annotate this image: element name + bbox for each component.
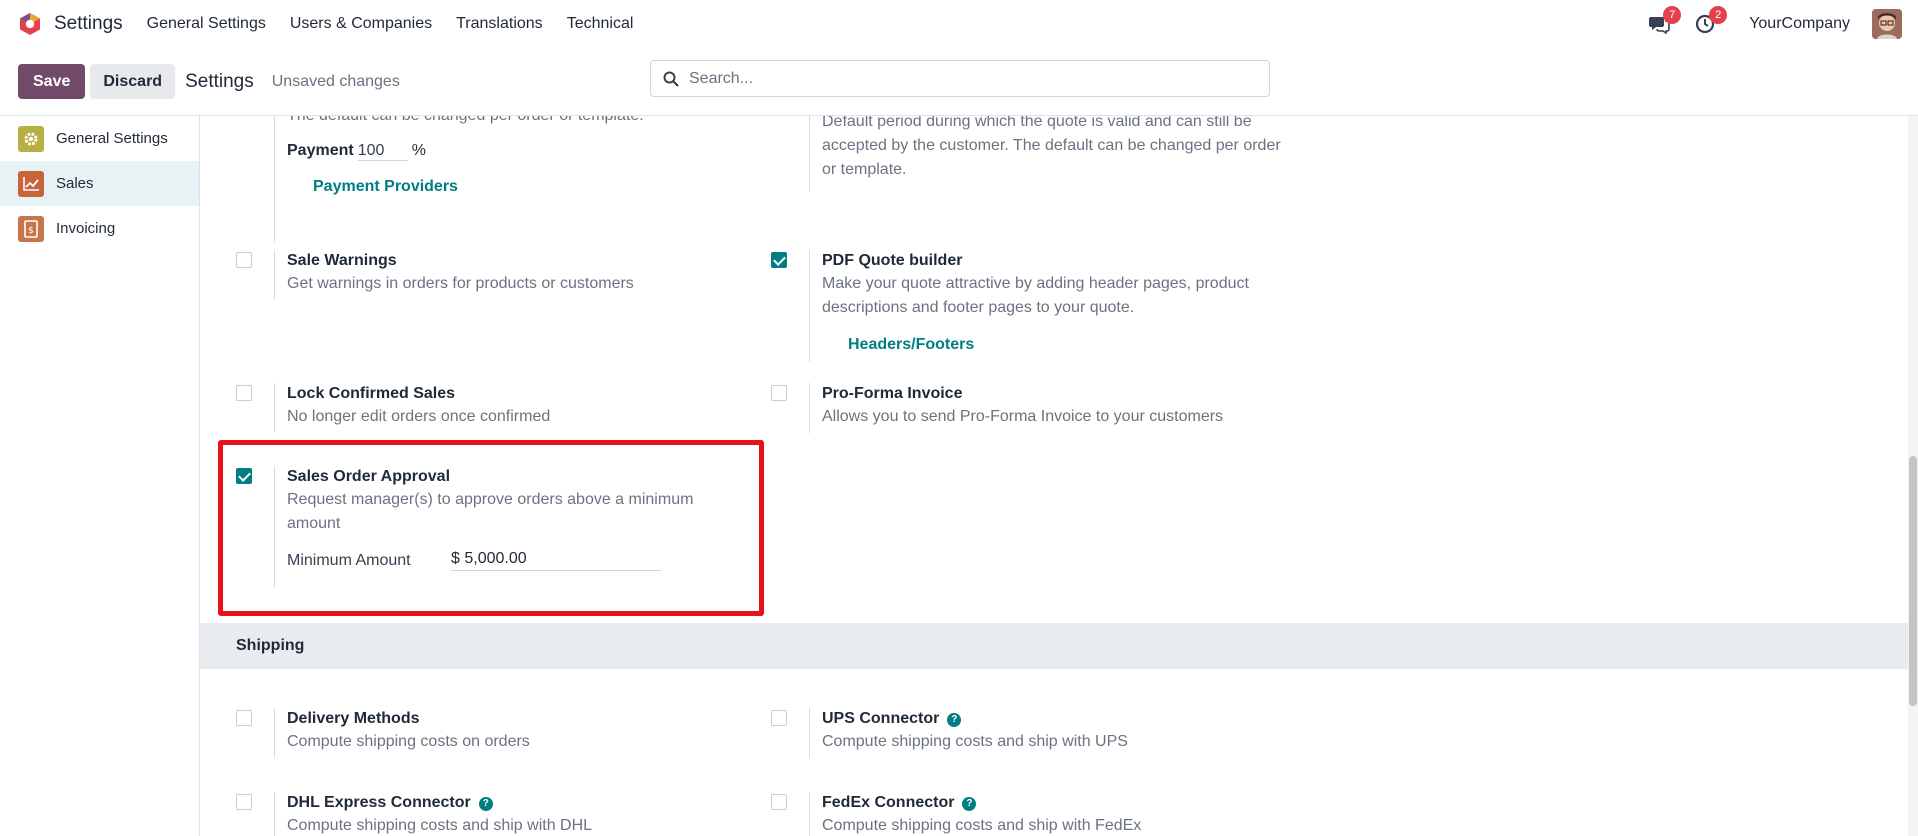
svg-text:$: $ bbox=[28, 226, 34, 236]
setting-desc: Compute shipping costs and ship with DHL bbox=[287, 817, 593, 834]
setting-desc: Default period during which the quote is… bbox=[822, 116, 1281, 178]
payment-unit: % bbox=[411, 142, 426, 159]
gear-icon bbox=[18, 125, 44, 152]
setting-desc: Compute shipping costs and ship with UPS bbox=[822, 733, 1128, 750]
user-avatar[interactable] bbox=[1872, 9, 1902, 39]
setting-title: Pro-Forma Invoice bbox=[822, 385, 963, 402]
setting-desc: Request manager(s) to approve orders abo… bbox=[287, 491, 694, 532]
messages-button[interactable]: 7 bbox=[1647, 6, 1682, 36]
sidebar-item-label: General Settings bbox=[56, 130, 168, 147]
setting-desc: Get warnings in orders for products or c… bbox=[287, 275, 634, 292]
setting-body: Default period during which the quote is… bbox=[809, 116, 1289, 192]
sale-warnings-checkbox[interactable] bbox=[236, 252, 252, 268]
app-name[interactable]: Settings bbox=[54, 13, 123, 35]
setting-body: PDF Quote builder Make your quote attrac… bbox=[809, 250, 1289, 362]
unsaved-status: Unsaved changes bbox=[271, 72, 400, 90]
search-input[interactable] bbox=[689, 69, 1249, 88]
fedex-connector-checkbox[interactable] bbox=[771, 794, 787, 810]
menu-translations[interactable]: Translations bbox=[456, 15, 543, 33]
setting-title: DHL Express Connector bbox=[287, 794, 471, 811]
messages-badge: 7 bbox=[1663, 6, 1682, 24]
sidebar-item-label: Sales bbox=[56, 175, 94, 192]
setting-title-row: DHL Express Connector? bbox=[287, 792, 794, 814]
payment-percent-input[interactable]: 100 bbox=[357, 142, 408, 161]
setting-title: Sales Order Approval bbox=[287, 468, 451, 485]
help-icon[interactable]: ? bbox=[947, 713, 962, 727]
breadcrumb: Settings bbox=[185, 70, 254, 92]
chart-icon bbox=[18, 170, 44, 197]
settings-content: The default can be changed per order or … bbox=[200, 116, 1908, 836]
nav-menu: General Settings Users & Companies Trans… bbox=[147, 15, 634, 33]
menu-general-settings[interactable]: General Settings bbox=[147, 15, 266, 33]
setting-body: Lock Confirmed Sales No longer edit orde… bbox=[274, 383, 794, 433]
scrollbar-thumb[interactable] bbox=[1909, 456, 1917, 706]
pdf-quote-checkbox[interactable] bbox=[771, 252, 787, 268]
setting-title-row: UPS Connector? bbox=[822, 708, 1289, 730]
sidebar-item-invoicing[interactable]: $ Invoicing bbox=[0, 206, 199, 251]
setting-desc: Make your quote attractive by adding hea… bbox=[822, 275, 1249, 316]
delivery-methods-checkbox[interactable] bbox=[236, 710, 252, 726]
payment-label: Payment bbox=[287, 142, 354, 159]
setting-body: UPS Connector? Compute shipping costs an… bbox=[809, 708, 1289, 758]
pro-forma-checkbox[interactable] bbox=[771, 385, 787, 401]
setting-body: FedEx Connector? Compute shipping costs … bbox=[809, 792, 1289, 836]
help-icon[interactable]: ? bbox=[478, 797, 493, 811]
menu-users-companies[interactable]: Users & Companies bbox=[290, 15, 432, 33]
payment-row: Payment 100 % bbox=[287, 140, 794, 162]
setting-body: Sales Order Approval Request manager(s) … bbox=[274, 466, 724, 588]
avatar-icon bbox=[1872, 9, 1902, 39]
content-scrollbar[interactable] bbox=[1908, 116, 1918, 836]
headers-footers-link[interactable]: Headers/Footers bbox=[848, 336, 974, 353]
setting-body: The default can be changed per order or … bbox=[274, 116, 794, 242]
section-heading-shipping: Shipping bbox=[200, 623, 1908, 669]
navbar-right: 7 2 YourCompany bbox=[1647, 0, 1902, 48]
setting-desc: Allows you to send Pro-Forma Invoice to … bbox=[822, 408, 1224, 425]
minimum-amount-row: Minimum Amount $ 5,000.00 bbox=[287, 550, 724, 571]
sidebar-item-label: Invoicing bbox=[56, 220, 116, 237]
payment-providers-link[interactable]: Payment Providers bbox=[313, 178, 458, 195]
search-box[interactable] bbox=[650, 60, 1270, 97]
setting-desc: No longer edit orders once confirmed bbox=[287, 408, 551, 425]
setting-desc: Compute shipping costs and ship with Fed… bbox=[822, 817, 1142, 834]
minimum-amount-input[interactable]: $ 5,000.00 bbox=[451, 550, 661, 571]
setting-body: Sale Warnings Get warnings in orders for… bbox=[274, 250, 794, 300]
discard-button[interactable]: Discard bbox=[90, 64, 176, 99]
top-navbar: Settings General Settings Users & Compan… bbox=[0, 0, 1918, 48]
setting-title: Lock Confirmed Sales bbox=[287, 385, 456, 402]
activity-badge: 2 bbox=[1709, 6, 1728, 24]
odoo-logo-icon[interactable] bbox=[18, 12, 42, 36]
minimum-amount-label: Minimum Amount bbox=[287, 551, 411, 569]
setting-title: Delivery Methods bbox=[287, 710, 420, 727]
setting-title: UPS Connector bbox=[822, 710, 940, 727]
headers-footers-wrap: Headers/Footers bbox=[848, 336, 1289, 354]
save-button[interactable]: Save bbox=[18, 64, 86, 99]
setting-desc: Compute shipping costs on orders bbox=[287, 733, 530, 750]
activity-button[interactable]: 2 bbox=[1693, 6, 1728, 36]
setting-body: Delivery Methods Compute shipping costs … bbox=[274, 708, 794, 758]
menu-technical[interactable]: Technical bbox=[567, 15, 634, 33]
settings-sidebar: General Settings Sales $ Invoicing bbox=[0, 116, 200, 836]
setting-body: DHL Express Connector? Compute shipping … bbox=[274, 792, 794, 836]
company-switcher[interactable]: YourCompany bbox=[1749, 15, 1850, 33]
setting-title-row: FedEx Connector? bbox=[822, 792, 1289, 814]
setting-title: PDF Quote builder bbox=[822, 252, 963, 269]
sidebar-item-sales[interactable]: Sales bbox=[0, 161, 199, 206]
sales-order-approval-checkbox[interactable] bbox=[236, 468, 252, 484]
payment-providers-wrap: Payment Providers bbox=[313, 178, 794, 196]
setting-desc: The default can be changed per order or … bbox=[287, 116, 794, 128]
setting-title: Sale Warnings bbox=[287, 252, 397, 269]
sidebar-item-general-settings[interactable]: General Settings bbox=[0, 116, 199, 161]
invoice-icon: $ bbox=[18, 215, 44, 242]
search-icon bbox=[663, 71, 679, 87]
setting-title: FedEx Connector bbox=[822, 794, 955, 811]
dhl-connector-checkbox[interactable] bbox=[236, 794, 252, 810]
help-icon[interactable]: ? bbox=[962, 797, 977, 811]
setting-body: Pro-Forma Invoice Allows you to send Pro… bbox=[809, 383, 1289, 433]
ups-connector-checkbox[interactable] bbox=[771, 710, 787, 726]
lock-confirmed-checkbox[interactable] bbox=[236, 385, 252, 401]
control-panel: Save Discard Settings Unsaved changes bbox=[0, 48, 1918, 116]
